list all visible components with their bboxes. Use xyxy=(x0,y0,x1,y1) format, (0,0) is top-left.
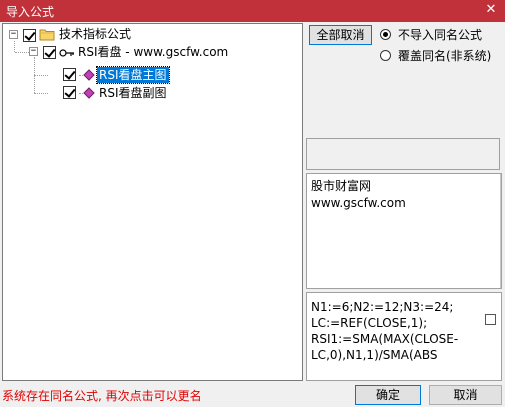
description-scrollbar[interactable] xyxy=(500,174,501,288)
formula-text: N1:=6;N2:=12;N3:=24; LC:=REF(CLOSE,1); R… xyxy=(311,300,459,362)
radio-overwrite-duplicates[interactable]: 覆盖同名(非系统) xyxy=(380,48,500,64)
cancel-button[interactable]: 取消 xyxy=(429,385,502,405)
formula-tree[interactable]: − 技术指标公式 − RSI看盘 - www.gscfw.com RSI看盘主图… xyxy=(2,23,303,381)
formula-diamond-icon xyxy=(83,87,95,99)
group-checkbox[interactable] xyxy=(43,46,56,59)
description-panel[interactable]: 股市财富网 www.gscfw.com xyxy=(306,173,502,289)
item-checkbox[interactable] xyxy=(63,86,76,99)
tree-connector xyxy=(34,75,48,76)
description-text: 股市财富网 www.gscfw.com xyxy=(311,179,406,210)
deselect-all-button[interactable]: 全部取消 xyxy=(309,25,372,45)
tree-group-label[interactable]: RSI看盘 - www.gscfw.com xyxy=(78,44,228,60)
folder-icon xyxy=(39,29,55,41)
formula-panel[interactable]: N1:=6;N2:=12;N3:=24; LC:=REF(CLOSE,1); R… xyxy=(306,292,502,381)
item-checkbox[interactable] xyxy=(63,68,76,81)
ok-button[interactable]: 确定 xyxy=(355,385,421,405)
key-icon xyxy=(59,49,74,57)
radio-button-checked[interactable] xyxy=(380,29,391,40)
empty-info-panel xyxy=(306,138,500,170)
root-collapse-icon[interactable]: − xyxy=(9,30,18,39)
root-checkbox[interactable] xyxy=(23,29,36,42)
close-icon[interactable]: ✕ xyxy=(484,2,498,18)
tree-root-label[interactable]: 技术指标公式 xyxy=(59,26,131,42)
tree-connector xyxy=(14,41,15,52)
tree-item-sub-chart[interactable]: RSI看盘副图 xyxy=(99,85,167,101)
tree-connector xyxy=(15,52,29,53)
tree-item-main-chart[interactable]: RSI看盘主图 xyxy=(96,66,170,84)
formula-diamond-icon xyxy=(83,69,95,81)
status-message: 系统存在同名公式, 再次点击可以更名 xyxy=(2,389,202,403)
radio-skip-duplicates[interactable]: 不导入同名公式 xyxy=(380,27,500,43)
title-bar: 导入公式 ✕ xyxy=(0,0,505,22)
group-collapse-icon[interactable]: − xyxy=(29,47,38,56)
tree-connector xyxy=(34,93,48,94)
window-title: 导入公式 xyxy=(6,5,55,19)
radio-label: 不导入同名公式 xyxy=(398,28,483,42)
formula-wrap-checkbox[interactable] xyxy=(485,314,496,325)
radio-label: 覆盖同名(非系统) xyxy=(398,49,492,63)
radio-button[interactable] xyxy=(380,50,391,61)
